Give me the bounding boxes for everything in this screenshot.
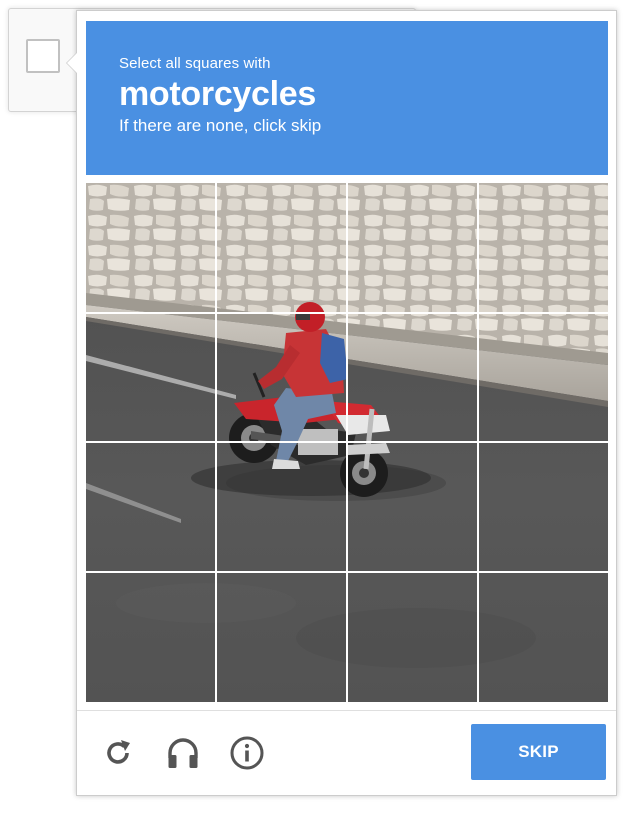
grid-tile-r2c4[interactable] (479, 314, 608, 441)
reload-icon[interactable] (98, 733, 138, 773)
challenge-image-grid (86, 183, 608, 702)
challenge-hint: If there are none, click skip (119, 116, 322, 135)
grid-tile-r3c1[interactable] (86, 443, 215, 571)
grid-tile-r3c4[interactable] (479, 443, 608, 571)
grid-tile-r3c3[interactable] (348, 443, 477, 571)
challenge-target: motorcycles (119, 75, 317, 113)
grid-tile-r1c3[interactable] (348, 183, 477, 312)
image-challenge-popup: Select all squares with motorcycles If t… (66, 10, 617, 796)
grid-tile-r4c4[interactable] (479, 573, 608, 702)
grid-tile-r1c2[interactable] (217, 183, 346, 312)
challenge-footer: SKIP (77, 710, 616, 796)
grid-tile-r1c4[interactable] (479, 183, 608, 312)
challenge-header: Select all squares with motorcycles If t… (86, 21, 608, 175)
grid-tile-r1c1[interactable] (86, 183, 215, 312)
challenge-instruction: Select all squares with (119, 55, 271, 72)
skip-button[interactable]: SKIP (471, 724, 606, 780)
grid-tile-r2c1[interactable] (86, 314, 215, 441)
audio-headphones-icon[interactable] (163, 733, 203, 773)
info-icon[interactable] (227, 733, 267, 773)
grid-tile-r4c2[interactable] (217, 573, 346, 702)
recaptcha-checkbox[interactable] (26, 39, 60, 73)
grid-tile-r4c1[interactable] (86, 573, 215, 702)
grid-tile-r2c3[interactable] (348, 314, 477, 441)
grid-tile-r3c2[interactable] (217, 443, 346, 571)
grid-tile-r2c2[interactable] (217, 314, 346, 441)
popup-arrow-fill (67, 53, 77, 73)
grid-tile-r4c3[interactable] (348, 573, 477, 702)
